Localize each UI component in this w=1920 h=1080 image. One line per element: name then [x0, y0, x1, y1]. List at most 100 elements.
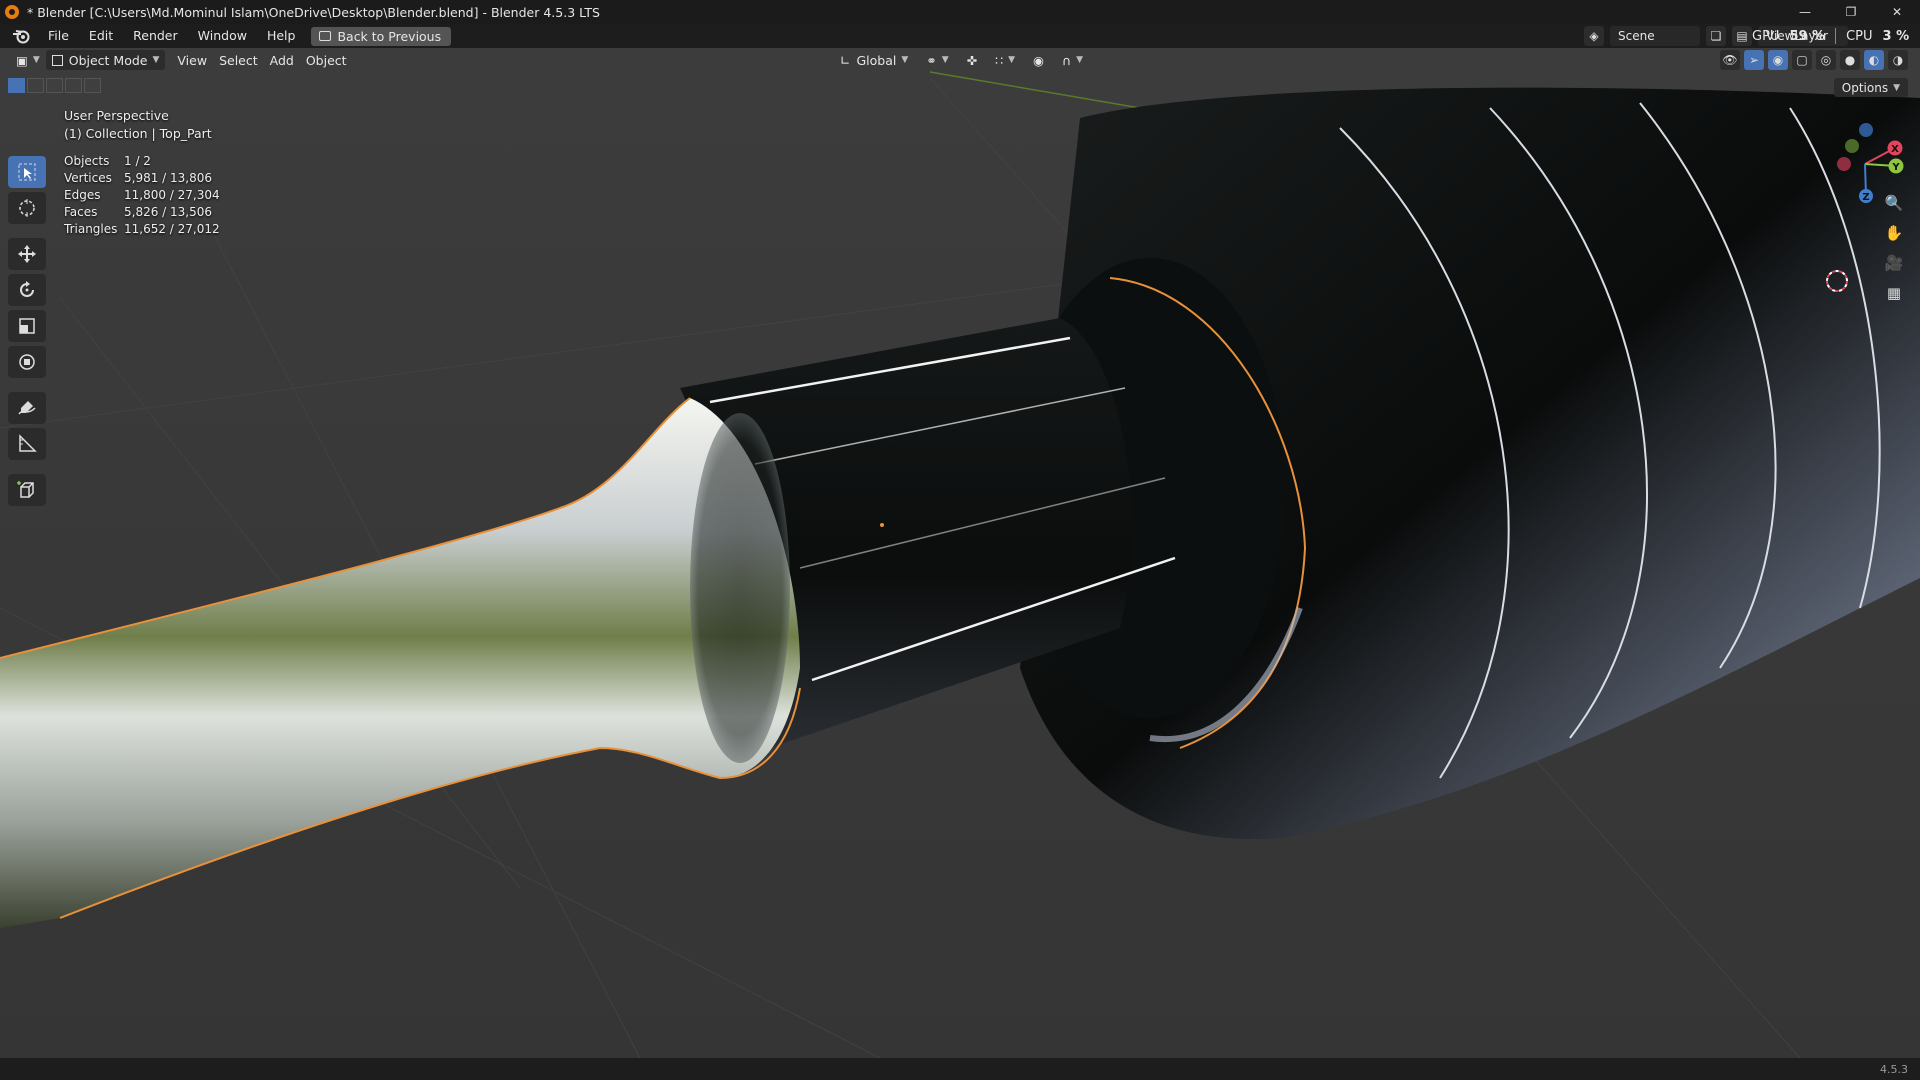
add-cube-icon: [17, 481, 34, 498]
menu-render[interactable]: Render: [123, 24, 188, 48]
scale-tool[interactable]: [8, 310, 46, 342]
menu-add[interactable]: Add: [264, 50, 300, 70]
pan-hand-icon[interactable]: ✋: [1882, 222, 1906, 244]
status-bar: 4.5.3: [0, 1058, 1920, 1080]
screen-icon: [319, 31, 332, 41]
selection-mode-buttons: [8, 78, 101, 93]
orientation-label: Global: [856, 52, 897, 68]
restore-icon[interactable]: ❐: [1828, 0, 1874, 24]
close-icon[interactable]: ✕: [1874, 0, 1920, 24]
stat-label: Faces: [64, 205, 98, 219]
transform-tool[interactable]: [8, 346, 46, 378]
move-tool[interactable]: [8, 238, 46, 270]
perspective-grid-icon[interactable]: ▦: [1882, 282, 1906, 304]
select-subtract-icon[interactable]: [46, 78, 63, 93]
object-mode-icon: [51, 54, 63, 66]
snap-toggle[interactable]: ✜: [961, 50, 983, 70]
version-label: 4.5.3: [1880, 1062, 1908, 1076]
stat-value: 5,981 / 13,806: [124, 171, 213, 185]
gpu-value: 59 %: [1789, 28, 1826, 44]
orientation-dropdown[interactable]: ∟ Global ▼: [834, 50, 914, 70]
scene-icon[interactable]: ◈: [1584, 26, 1604, 46]
rotate-tool[interactable]: [8, 274, 46, 306]
object-origin: [880, 523, 884, 527]
stat-value: 11,652 / 27,012: [124, 222, 220, 236]
blender-menu-icon[interactable]: [10, 26, 32, 46]
select-new-icon[interactable]: [8, 78, 25, 93]
z-handle-label: Z: [1862, 192, 1869, 203]
select-extend-icon[interactable]: [27, 78, 44, 93]
visibility-icon[interactable]: 👁: [1720, 50, 1740, 70]
navigation-gizmo[interactable]: X Y Z: [1820, 114, 1910, 204]
neg-z-handle-icon[interactable]: [1859, 123, 1873, 137]
stat-value: 5,826 / 13,506: [124, 205, 213, 219]
perspective-label: User Perspective: [64, 108, 169, 123]
stat-value: 1 / 2: [124, 154, 151, 168]
performance-stats: GPU 59 % CPU 3 %: [1752, 24, 1909, 48]
stat-label: Vertices: [64, 171, 112, 185]
title-bar: * Blender [C:\Users\Md.Mominul Islam\One…: [0, 0, 1920, 24]
menu-select[interactable]: Select: [213, 50, 264, 70]
menu-file[interactable]: File: [38, 24, 79, 48]
annotate-tool[interactable]: [8, 392, 46, 424]
material-shading-icon[interactable]: ◐: [1864, 50, 1884, 70]
back-to-previous-button[interactable]: Back to Previous: [311, 26, 452, 46]
orientation-icon: ∟: [840, 52, 851, 68]
viewport-scene[interactable]: [0, 48, 1920, 1058]
pencil-icon: [18, 401, 36, 415]
transform-icon: [19, 354, 35, 370]
stat-label: Edges: [64, 188, 101, 202]
blender-logo-icon: [5, 5, 19, 19]
neg-x-handle-icon[interactable]: [1837, 157, 1851, 171]
rendered-shading-icon[interactable]: ◑: [1888, 50, 1908, 70]
chevron-down-icon: ▼: [152, 55, 160, 65]
window-title: * Blender [C:\Users\Md.Mominul Islam\One…: [27, 4, 600, 20]
shading-controls: 👁 ➢ ◉ ▢ ◎ ● ◐ ◑: [1720, 50, 1908, 70]
select-box-tool[interactable]: [8, 156, 46, 188]
gpu-label: GPU: [1752, 28, 1780, 44]
menu-view[interactable]: View: [171, 50, 213, 70]
new-scene-icon[interactable]: ❏: [1706, 26, 1726, 46]
cursor-tool[interactable]: [8, 192, 46, 224]
camera-icon[interactable]: 🎥: [1882, 252, 1906, 274]
editor-type-button[interactable]: ▣ ▼: [10, 50, 46, 70]
rotate-icon: [20, 281, 34, 297]
view-layer-icon[interactable]: ▤: [1732, 26, 1752, 46]
add-cube-tool[interactable]: [8, 474, 46, 506]
object-mode-dropdown[interactable]: Object Mode ▼: [45, 50, 166, 70]
crosshair-icon: [19, 199, 35, 217]
wireframe-shading-icon[interactable]: ◎: [1816, 50, 1836, 70]
menu-help[interactable]: Help: [257, 24, 306, 48]
neg-y-handle-icon[interactable]: [1845, 139, 1859, 153]
object-mode-label: Object Mode: [68, 52, 148, 68]
minimize-icon[interactable]: —: [1782, 0, 1828, 24]
select-invert-icon[interactable]: [65, 78, 82, 93]
menu-window[interactable]: Window: [188, 24, 257, 48]
scene-name-field[interactable]: Scene: [1610, 26, 1700, 46]
scale-icon: [19, 318, 35, 334]
stat-label: Objects: [64, 154, 110, 168]
gizmo-toggle-icon[interactable]: ➢: [1744, 50, 1764, 70]
xray-toggle-icon[interactable]: ▢: [1792, 50, 1812, 70]
cpu-label: CPU: [1846, 28, 1873, 44]
falloff-button[interactable]: ∩ ▼: [1056, 50, 1089, 70]
solid-shading-icon[interactable]: ●: [1840, 50, 1860, 70]
navigation-buttons: 🔍 ✋ 🎥 ▦: [1882, 192, 1906, 304]
options-dropdown[interactable]: Options ▼: [1833, 78, 1908, 97]
menu-object[interactable]: Object: [300, 50, 353, 70]
stat-label: Triangles: [64, 222, 118, 236]
pivot-point-button[interactable]: ⚭ ▼: [920, 50, 954, 70]
measure-tool[interactable]: [8, 428, 46, 460]
select-intersect-icon[interactable]: [84, 78, 101, 93]
proportional-edit-toggle[interactable]: ◉: [1027, 50, 1050, 70]
3d-viewport[interactable]: ▣ ▼ Object Mode ▼ View Select Add Object …: [0, 48, 1920, 1058]
zoom-icon[interactable]: 🔍: [1882, 192, 1906, 214]
menu-edit[interactable]: Edit: [79, 24, 123, 48]
transform-controls: ∟ Global ▼ ⚭ ▼ ✜ ∷ ▼ ◉ ∩ ▼: [834, 50, 1089, 70]
overlay-toggle-icon[interactable]: ◉: [1768, 50, 1788, 70]
chevron-down-icon: ▼: [901, 55, 909, 65]
snap-target-button[interactable]: ∷ ▼: [989, 50, 1021, 70]
cpu-value: 3 %: [1882, 28, 1910, 44]
